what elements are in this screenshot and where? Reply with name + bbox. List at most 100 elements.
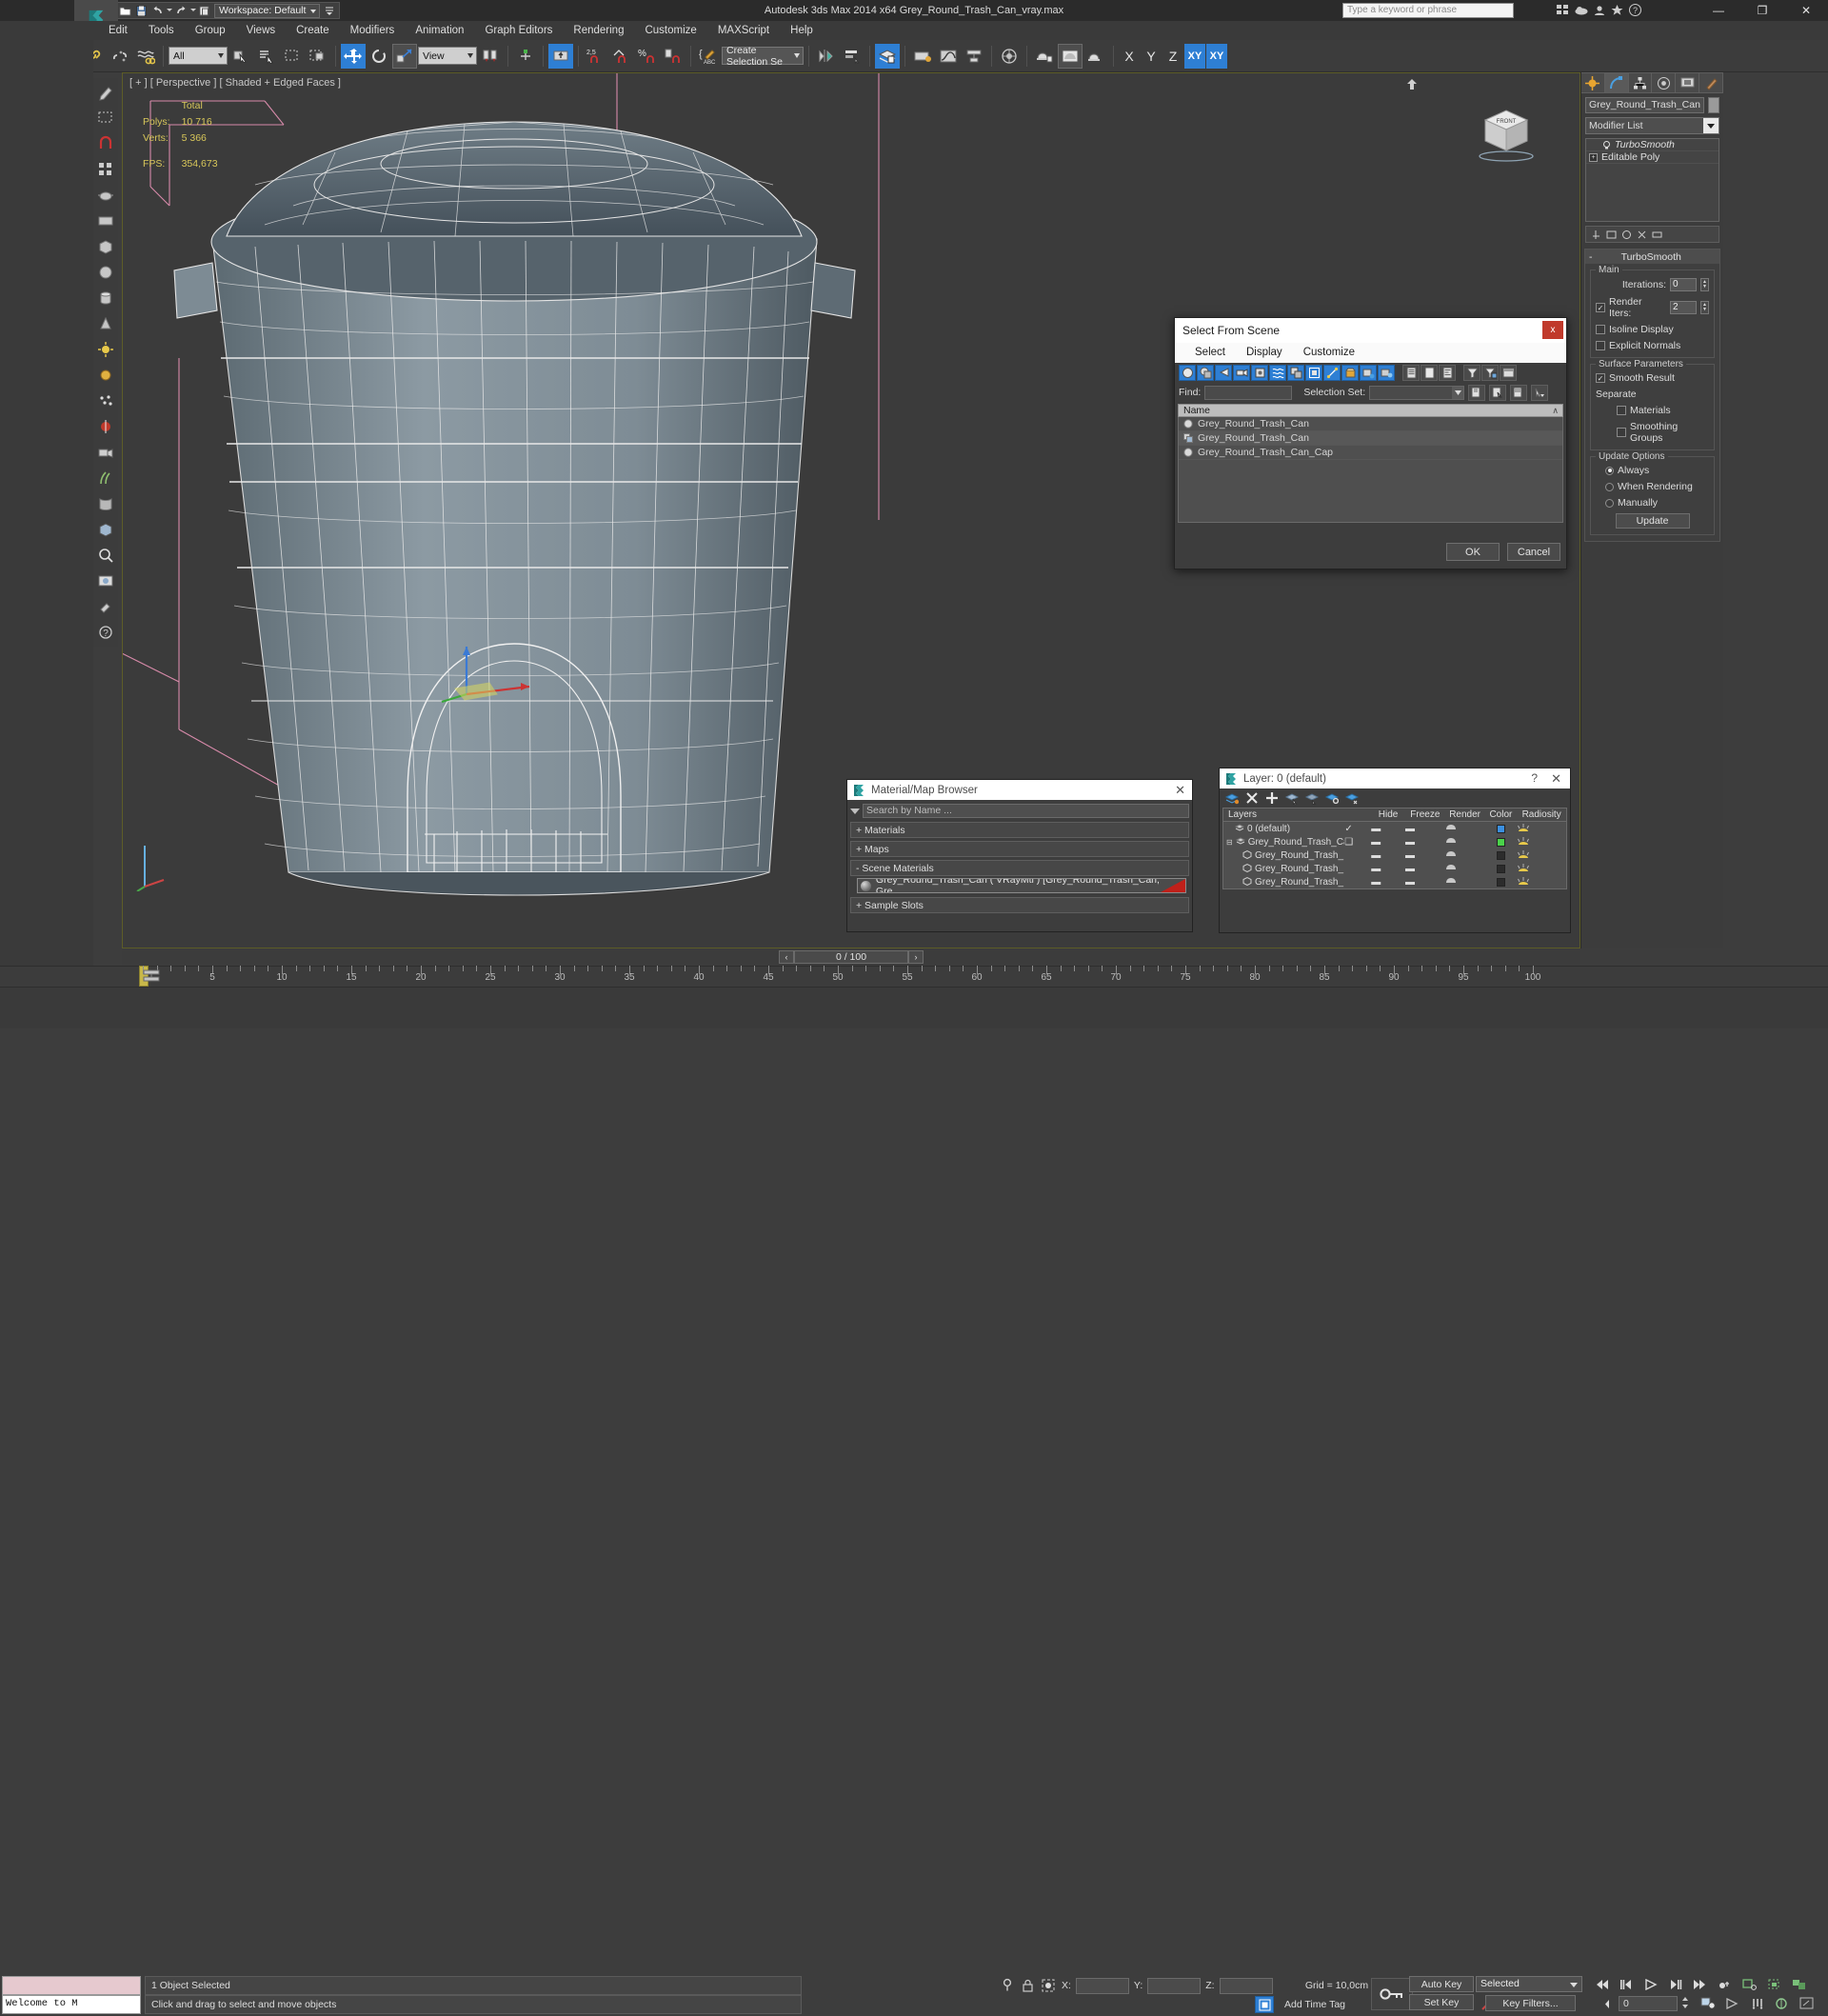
- display-containers-icon[interactable]: [1341, 365, 1359, 381]
- radio-when-rendering[interactable]: [1605, 483, 1614, 491]
- list-column-header[interactable]: Name ∧: [1178, 404, 1563, 417]
- array-tool-icon[interactable]: [94, 157, 117, 182]
- axis-constraint-y[interactable]: Y: [1141, 44, 1162, 69]
- filter-settings-icon[interactable]: [1481, 365, 1499, 381]
- x-field[interactable]: [1076, 1978, 1129, 1994]
- key-mode-icon[interactable]: [1716, 1976, 1735, 1992]
- select-and-rotate-icon[interactable]: [367, 44, 391, 69]
- z-field[interactable]: [1220, 1978, 1273, 1994]
- object-name-field[interactable]: Grey_Round_Trash_Can: [1585, 97, 1704, 113]
- key-filters-button[interactable]: Key Filters...: [1485, 1995, 1576, 2011]
- help-icon[interactable]: ?: [1628, 3, 1642, 17]
- dialog-menu-display[interactable]: Display: [1236, 343, 1293, 363]
- next-frame-button[interactable]: ›: [908, 950, 924, 964]
- chevron-down-icon[interactable]: [1452, 387, 1463, 399]
- utilities-tool-icon[interactable]: [94, 594, 117, 619]
- display-groups-icon[interactable]: [1287, 365, 1304, 381]
- scene-material-item[interactable]: Grey_Round_Trash_Can ( VRayMtl ) [Grey_R…: [857, 878, 1186, 893]
- select-from-scene-dialog[interactable]: Select From Scene x Select Display Custo…: [1174, 317, 1567, 569]
- search-input[interactable]: Type a keyword or phrase: [1342, 3, 1514, 18]
- select-and-scale-icon[interactable]: [392, 44, 417, 69]
- render-tool-icon[interactable]: [94, 569, 117, 593]
- menu-item-views[interactable]: Views: [236, 21, 286, 40]
- previous-frame-button[interactable]: ‹: [779, 950, 794, 964]
- pan-view-icon[interactable]: [1723, 1995, 1742, 2011]
- zoom-extents-icon[interactable]: [1740, 1976, 1759, 1992]
- axis-constraint-xy[interactable]: XY: [1184, 44, 1205, 69]
- layer-color-swatch[interactable]: [1485, 865, 1518, 873]
- render-toggle[interactable]: [1445, 836, 1485, 848]
- utilities-tab[interactable]: [1699, 72, 1723, 93]
- render-iters-spinner[interactable]: ▲▼: [1700, 301, 1709, 314]
- maxscript-output-pane[interactable]: Welcome to M: [2, 1995, 141, 2014]
- list-item[interactable]: Grey_Round_Trash_Can: [1179, 431, 1562, 446]
- light-icon[interactable]: [94, 337, 117, 362]
- add-selection-to-layer-icon[interactable]: [1265, 791, 1279, 805]
- list-types-icon[interactable]: [1402, 365, 1420, 381]
- cancel-button[interactable]: Cancel: [1507, 543, 1560, 561]
- sphere-primitive-icon[interactable]: [94, 260, 117, 285]
- schematic-view-icon[interactable]: [962, 44, 986, 69]
- rendered-frame-window-icon[interactable]: [1058, 44, 1083, 69]
- menu-item-edit[interactable]: Edit: [98, 21, 138, 40]
- radiosity-icon[interactable]: [1517, 836, 1566, 848]
- scene-materials-group-header[interactable]: - Scene Materials: [850, 860, 1189, 876]
- create-new-layer-icon[interactable]: [1225, 791, 1239, 805]
- previous-frame-icon[interactable]: [1617, 1976, 1636, 1992]
- zoom-extents-selected-icon[interactable]: [1765, 1976, 1784, 1992]
- open-icon[interactable]: [118, 4, 132, 18]
- teapot-primitive-icon[interactable]: [94, 183, 117, 208]
- delete-selection-set-icon[interactable]: [1510, 385, 1527, 401]
- display-tab[interactable]: [1676, 72, 1699, 93]
- named-selection-set-combo[interactable]: Create Selection Se: [722, 47, 804, 65]
- axis-constraint-xy-lock[interactable]: XY: [1206, 44, 1227, 69]
- material-search-input[interactable]: Search by Name ...: [863, 804, 1189, 818]
- snaps-toggle-icon[interactable]: [548, 44, 573, 69]
- isolate-selection-icon[interactable]: [1040, 1979, 1057, 1992]
- render-toggle[interactable]: [1445, 876, 1485, 888]
- box-primitive-icon[interactable]: [94, 234, 117, 259]
- frame-spinner[interactable]: [1680, 1996, 1694, 2011]
- display-lights-icon[interactable]: [1215, 365, 1232, 381]
- delete-layer-icon[interactable]: [1245, 791, 1259, 805]
- display-xrefs-icon[interactable]: [1305, 365, 1322, 381]
- help-tool-icon[interactable]: ?: [94, 620, 117, 645]
- hierarchy-tab[interactable]: [1629, 72, 1653, 93]
- object-paint-icon[interactable]: [94, 80, 117, 105]
- angle-snap-toggle-icon[interactable]: [609, 44, 634, 69]
- quick-access-toolbar[interactable]: Workspace: Default: [98, 2, 340, 19]
- expand-all-icon[interactable]: [1439, 365, 1456, 381]
- absolute-relative-toggle-icon[interactable]: [1000, 1978, 1015, 1993]
- table-row[interactable]: Grey_Round_Trash_ ▬ ▬: [1223, 875, 1566, 888]
- collapse-icon[interactable]: ⊟: [1226, 838, 1233, 847]
- user-icon[interactable]: [1592, 3, 1606, 17]
- star-icon[interactable]: [1610, 3, 1624, 17]
- material-map-browser[interactable]: Material/Map Browser ✕ Search by Name ..…: [846, 779, 1193, 932]
- create-selection-set-icon[interactable]: [1468, 385, 1485, 401]
- orbit-icon[interactable]: [1748, 1995, 1767, 2011]
- key-mode-toggle[interactable]: [1371, 1978, 1413, 2010]
- render-toggle[interactable]: [1445, 823, 1485, 834]
- modify-tab[interactable]: [1605, 72, 1629, 93]
- cone-primitive-icon[interactable]: [94, 311, 117, 336]
- maxscript-mini-listener[interactable]: Welcome to M: [0, 1974, 143, 2016]
- view-cube[interactable]: FRONT: [1468, 99, 1542, 162]
- display-hidden-icon[interactable]: [1378, 365, 1395, 381]
- pin-layout-icon[interactable]: [1500, 365, 1517, 381]
- render-setup-icon[interactable]: [1032, 44, 1057, 69]
- layer-table[interactable]: Layers Hide Freeze Render Color Radiosit…: [1222, 808, 1567, 889]
- camera-icon[interactable]: [94, 440, 117, 465]
- update-button[interactable]: Update: [1616, 513, 1690, 529]
- y-field[interactable]: [1147, 1978, 1201, 1994]
- display-cameras-icon[interactable]: [1233, 365, 1250, 381]
- hide-toggle[interactable]: ▬: [1371, 824, 1405, 834]
- select-object-icon[interactable]: [228, 44, 253, 69]
- helper-icon[interactable]: [94, 363, 117, 388]
- layer-manager-icon[interactable]: [875, 44, 900, 69]
- update-option-when-rendering[interactable]: When Rendering: [1596, 481, 1709, 492]
- iterations-spinner[interactable]: ▲▼: [1700, 278, 1709, 291]
- menu-item-graph-editors[interactable]: Graph Editors: [474, 21, 563, 40]
- time-configuration-icon[interactable]: [1699, 1995, 1718, 2011]
- configure-modifier-sets-icon[interactable]: [1651, 229, 1663, 241]
- layer-color-swatch[interactable]: [1485, 878, 1518, 887]
